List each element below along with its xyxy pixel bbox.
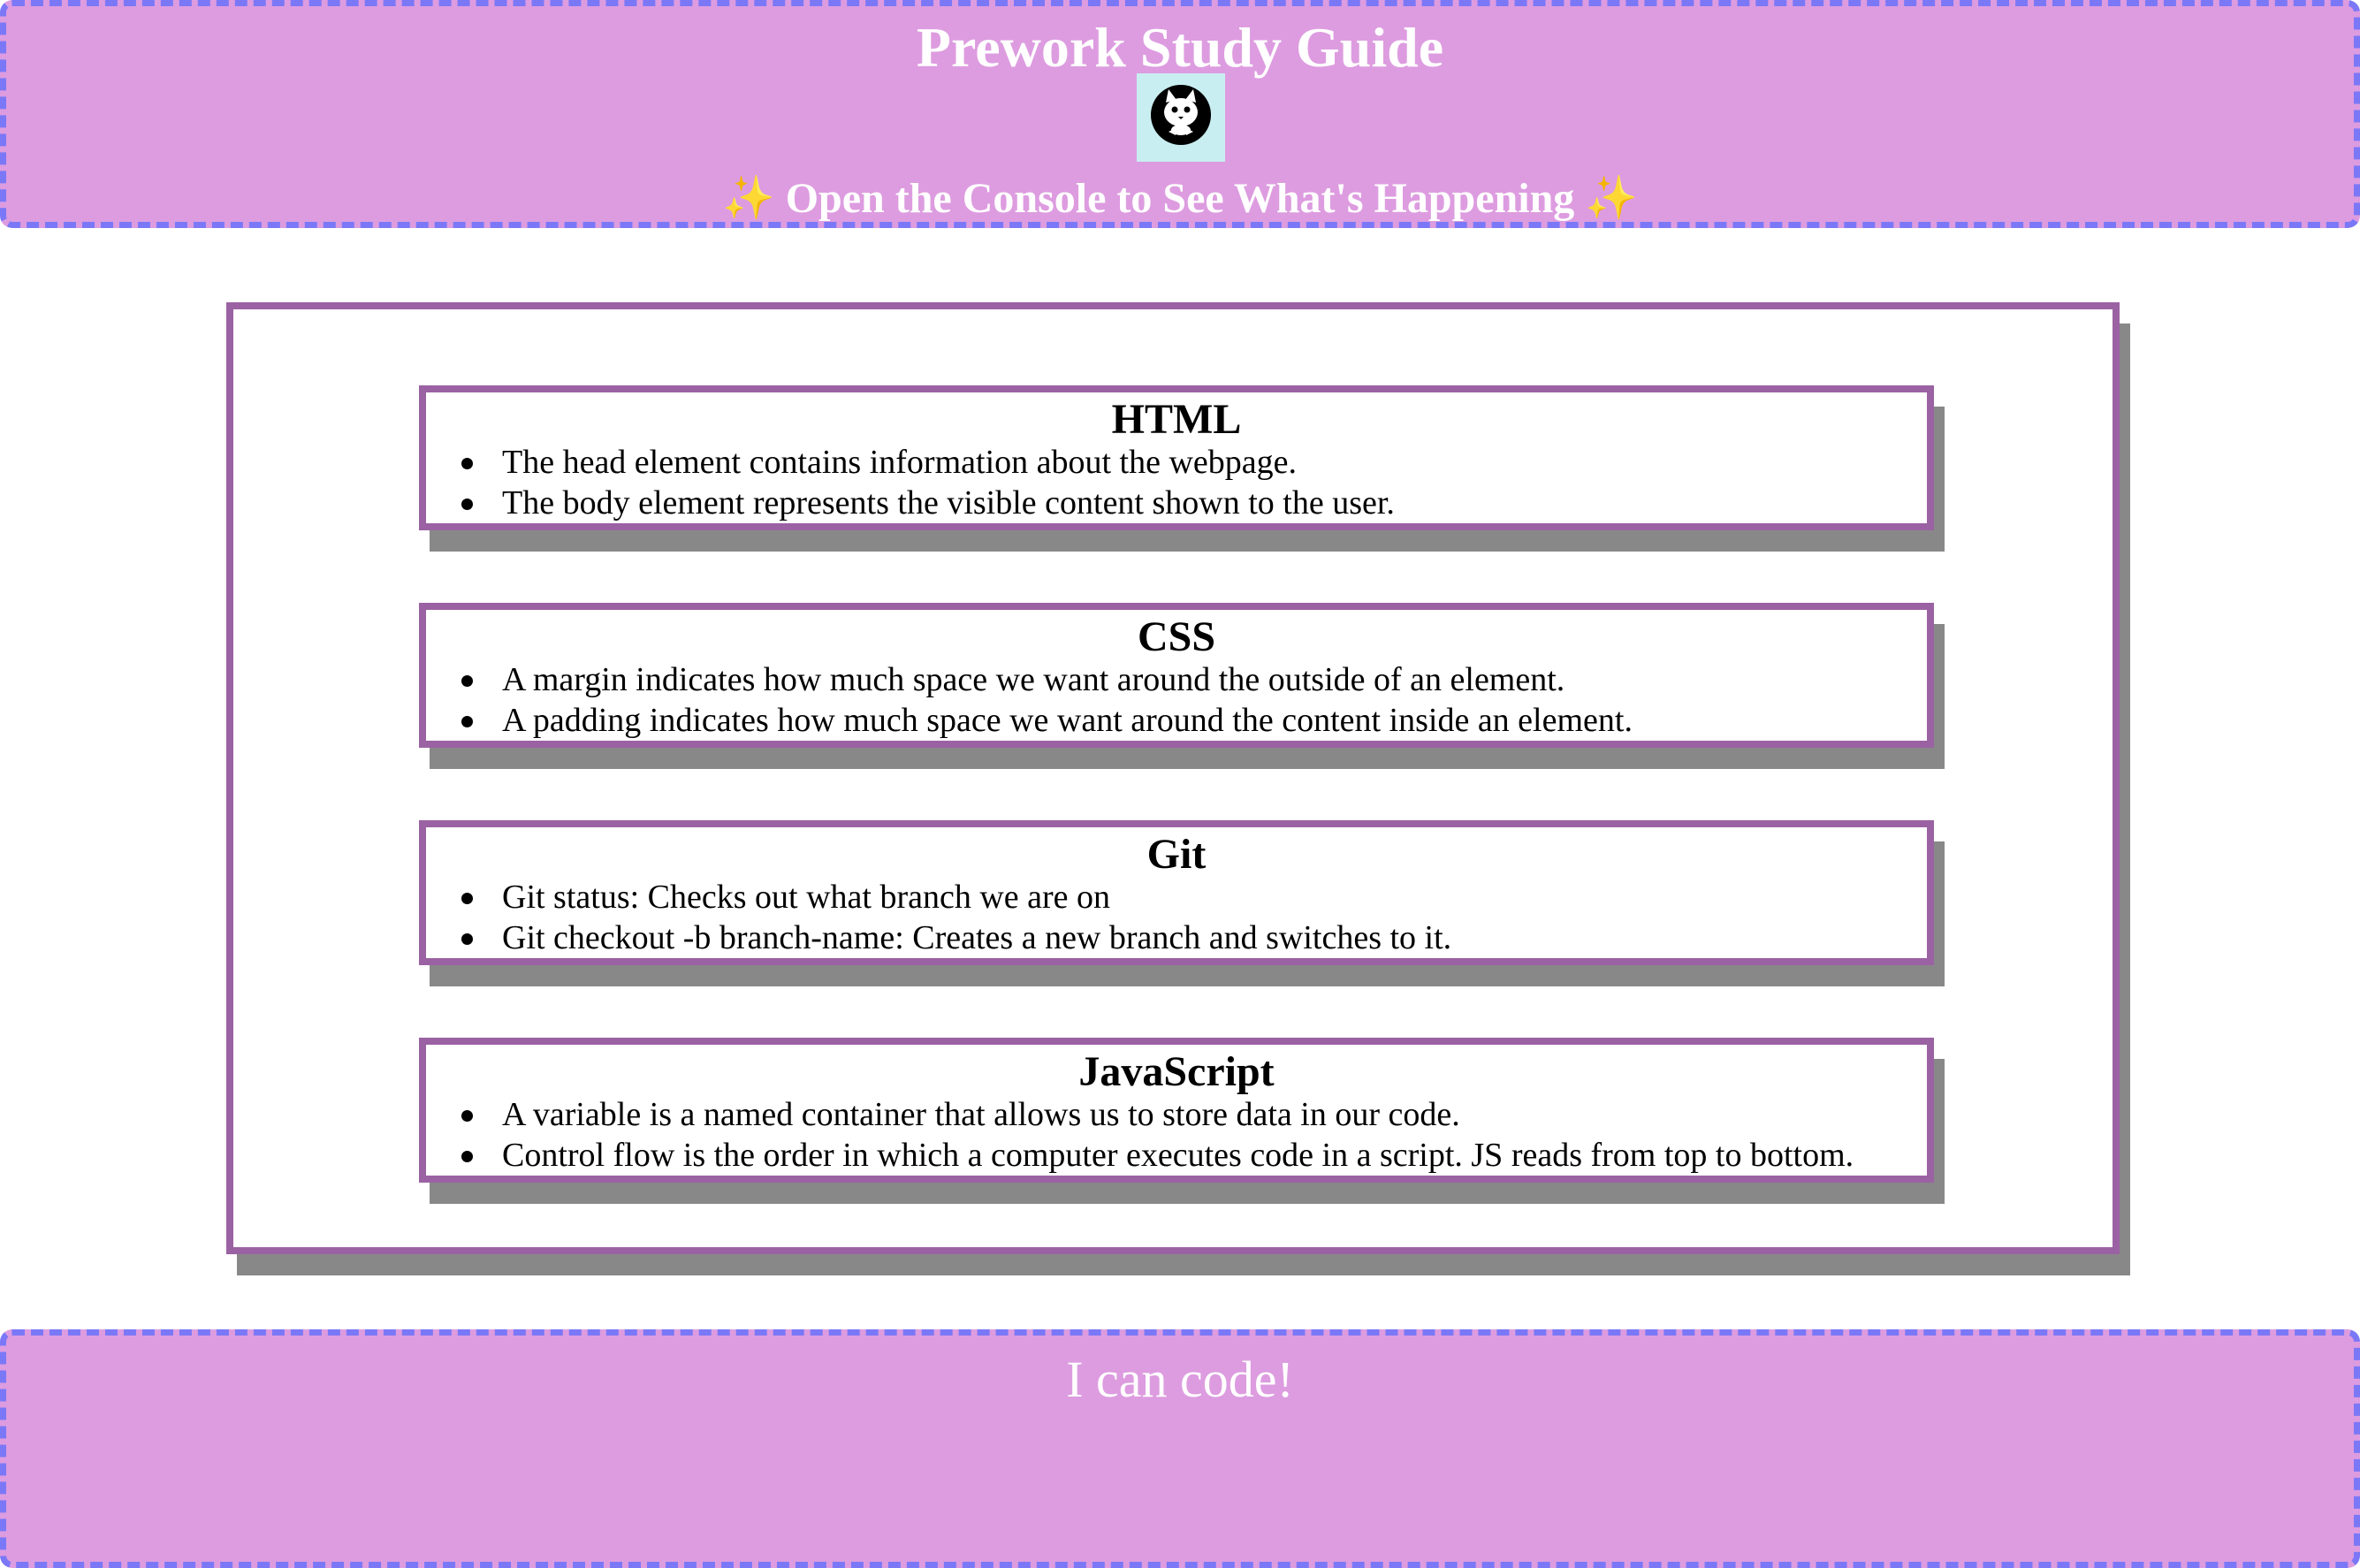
section-css: CSS A margin indicates how much space we… bbox=[419, 603, 1934, 748]
section-title: JavaScript bbox=[1078, 1048, 1275, 1095]
section-javascript: JavaScript A variable is a named contain… bbox=[419, 1038, 1934, 1183]
section-title: CSS bbox=[1137, 613, 1216, 660]
subtitle-text: Open the Console to See What's Happening bbox=[785, 175, 1575, 222]
footer-text: I can code! bbox=[1066, 1351, 1294, 1408]
section-list: Git status: Checks out what branch we ar… bbox=[461, 877, 1927, 958]
list-item: Control flow is the order in which a com… bbox=[461, 1135, 1927, 1176]
list-item: A margin indicates how much space we wan… bbox=[461, 659, 1927, 700]
page-header: Prework Study Guide ✨ Open the Console t… bbox=[0, 0, 2360, 228]
sparkle-icon: ✨ bbox=[721, 175, 775, 222]
list-item: A variable is a named container that all… bbox=[461, 1094, 1927, 1135]
section-title: HTML bbox=[1111, 396, 1242, 443]
list-item: The body element represents the visible … bbox=[461, 483, 1927, 523]
section-list: The head element contains information ab… bbox=[461, 442, 1927, 523]
sparkle-icon: ✨ bbox=[1585, 175, 1639, 222]
list-item: A padding indicates how much space we wa… bbox=[461, 700, 1927, 741]
study-guide-card: HTML The head element contains informati… bbox=[226, 302, 2120, 1254]
section-title: Git bbox=[1146, 831, 1207, 878]
page-footer: I can code! bbox=[0, 1329, 2360, 1568]
list-item: Git checkout -b branch-name: Creates a n… bbox=[461, 917, 1927, 958]
page-title: Prework Study Guide bbox=[916, 16, 1444, 79]
list-item: The head element contains information ab… bbox=[461, 442, 1927, 483]
section-list: A margin indicates how much space we wan… bbox=[461, 659, 1927, 741]
list-item: Git status: Checks out what branch we ar… bbox=[461, 877, 1927, 917]
section-html: HTML The head element contains informati… bbox=[419, 385, 1934, 530]
page-subtitle: ✨ Open the Console to See What's Happeni… bbox=[6, 171, 2354, 227]
section-git: Git Git status: Checks out what branch w… bbox=[419, 820, 1934, 965]
cat-logo-icon bbox=[1137, 73, 1225, 162]
section-list: A variable is a named container that all… bbox=[461, 1094, 1927, 1176]
